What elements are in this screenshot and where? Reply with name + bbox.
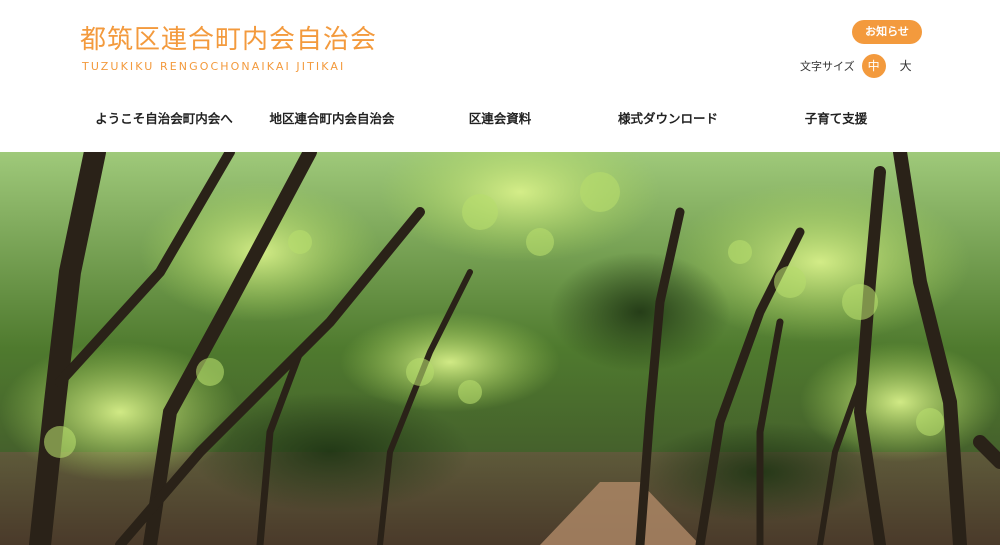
- nav-item-childcare-support[interactable]: 子育て支援: [752, 104, 920, 134]
- font-size-large-button[interactable]: 大: [894, 54, 918, 78]
- font-size-medium-button[interactable]: 中: [861, 54, 886, 78]
- nav-item-ward-materials[interactable]: 区連会資料: [416, 104, 584, 134]
- hero-forest-image: [0, 152, 1000, 545]
- main-nav: ようこそ自治会町内会へ 地区連合町内会自治会 区連会資料 様式ダウンロード 子育…: [80, 104, 920, 134]
- nav-item-welcome[interactable]: ようこそ自治会町内会へ: [80, 104, 248, 134]
- site-header: 都筑区連合町内会自治会 TUZUKIKU RENGOCHONAIKAI JITI…: [0, 0, 1000, 152]
- forest-illustration: [0, 152, 1000, 545]
- notice-button[interactable]: お知らせ: [852, 20, 922, 44]
- nav-item-district-associations[interactable]: 地区連合町内会自治会: [248, 104, 416, 134]
- site-logo[interactable]: 都筑区連合町内会自治会 TUZUKIKU RENGOCHONAIKAI JITI…: [80, 24, 377, 73]
- nav-item-form-download[interactable]: 様式ダウンロード: [584, 104, 752, 134]
- site-title-en: TUZUKIKU RENGOCHONAIKAI JITIKAI: [82, 60, 346, 73]
- font-size-label: 文字サイズ: [800, 60, 855, 73]
- site-title-jp: 都筑区連合町内会自治会: [80, 25, 378, 55]
- font-size-control: 文字サイズ 中 大: [800, 54, 926, 78]
